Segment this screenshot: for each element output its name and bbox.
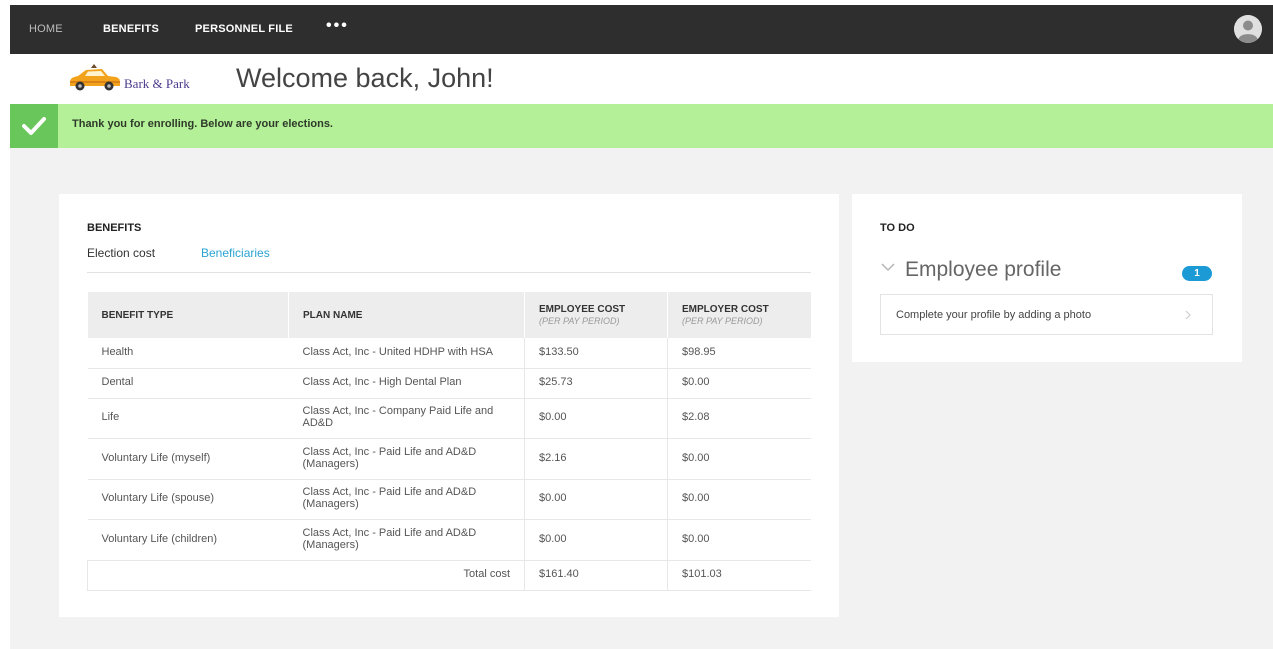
total-employer-cost: $101.03	[667, 560, 811, 591]
table-header-row: BENEFIT TYPE PLAN NAME EMPLOYEE COST (PE…	[87, 292, 811, 338]
employer-cost-cell: $0.00	[667, 368, 811, 399]
column-header-plan-name: PLAN NAME	[288, 292, 525, 338]
employee-cost-cell: $133.50	[524, 338, 668, 369]
total-row: Total cost $161.40 $101.03	[87, 560, 811, 591]
employee-cost-cell: $0.00	[524, 479, 668, 520]
benefit-type-cell: Voluntary Life (spouse)	[87, 479, 289, 520]
chevron-right-icon	[1185, 310, 1191, 320]
nav-personnel-file-link[interactable]: PERSONNEL FILE	[195, 23, 293, 35]
benefit-type-cell: Life	[87, 398, 289, 439]
employer-cost-cell: $0.00	[667, 519, 811, 561]
tabs-divider	[87, 272, 811, 273]
plan-name-cell: Class Act, Inc - Company Paid Life and A…	[288, 398, 525, 439]
benefit-type-cell: Voluntary Life (myself)	[87, 438, 289, 480]
page-title: Welcome back, John!	[236, 63, 494, 93]
benefits-table: BENEFIT TYPE PLAN NAME EMPLOYEE COST (PE…	[87, 292, 811, 591]
plan-name-cell: Class Act, Inc - High Dental Plan	[288, 368, 525, 399]
task-count-badge: 1	[1182, 266, 1212, 281]
page-header: Bark & Park Welcome back, John!	[10, 54, 1273, 104]
employee-profile-section-title[interactable]: Employee profile	[905, 258, 1061, 282]
employer-cost-cell: $2.08	[667, 398, 811, 439]
column-header-employee-cost: EMPLOYEE COST (PER PAY PERIOD)	[524, 292, 668, 338]
person-silhouette-icon	[1234, 15, 1262, 43]
table-row: Dental Class Act, Inc - High Dental Plan…	[87, 368, 811, 399]
table-row: Voluntary Life (myself) Class Act, Inc -…	[87, 438, 811, 480]
plan-name-cell: Class Act, Inc - Paid Life and AD&D (Man…	[288, 479, 525, 520]
task-label: Complete your profile by adding a photo	[896, 309, 1092, 321]
todo-heading: TO DO	[880, 222, 915, 234]
app-frame: HOME BENEFITS PERSONNEL FILE ••• Bark & …	[10, 5, 1273, 649]
column-header-benefit-type: BENEFIT TYPE	[87, 292, 289, 338]
employee-cost-cell: $2.16	[524, 438, 668, 480]
todo-task-item[interactable]: Complete your profile by adding a photo	[880, 294, 1213, 335]
employee-cost-cell: $25.73	[524, 368, 668, 399]
table-row: Voluntary Life (spouse) Class Act, Inc -…	[87, 479, 811, 520]
total-employee-cost: $161.40	[524, 560, 668, 591]
tab-election-cost[interactable]: Election cost	[87, 246, 155, 260]
company-logo: Bark & Park	[66, 62, 196, 96]
benefit-type-cell: Dental	[87, 368, 289, 399]
plan-name-cell: Class Act, Inc - Paid Life and AD&D (Man…	[288, 438, 525, 480]
benefit-type-cell: Health	[87, 338, 289, 369]
employer-cost-cell: $0.00	[667, 438, 811, 480]
tab-beneficiaries[interactable]: Beneficiaries	[201, 246, 270, 260]
table-row: Life Class Act, Inc - Company Paid Life …	[87, 398, 811, 439]
employee-cost-cell: $0.00	[524, 519, 668, 561]
success-message: Thank you for enrolling. Below are your …	[72, 118, 333, 130]
employee-cost-label: EMPLOYEE COST	[539, 304, 626, 315]
total-cost-label: Total cost	[87, 560, 525, 591]
plan-name-cell: Class Act, Inc - Paid Life and AD&D (Man…	[288, 519, 525, 561]
nav-benefits-link[interactable]: BENEFITS	[103, 23, 159, 35]
table-row: Voluntary Life (children) Class Act, Inc…	[87, 519, 811, 561]
column-header-employer-cost: EMPLOYER COST (PER PAY PERIOD)	[667, 292, 811, 338]
checkmark-icon	[10, 104, 58, 148]
taxi-logo-icon	[70, 64, 120, 91]
benefits-card: BENEFITS Election cost Beneficiaries BEN…	[59, 194, 839, 617]
employer-cost-sublabel: (PER PAY PERIOD)	[682, 316, 763, 326]
employee-cost-cell: $0.00	[524, 398, 668, 439]
top-nav: HOME BENEFITS PERSONNEL FILE •••	[10, 5, 1273, 54]
table-row: Health Class Act, Inc - United HDHP with…	[87, 338, 811, 369]
employer-cost-label: EMPLOYER COST	[682, 304, 769, 315]
employer-cost-cell: $98.95	[667, 338, 811, 369]
user-avatar-icon[interactable]	[1234, 15, 1262, 43]
nav-home-link[interactable]: HOME	[29, 23, 63, 35]
logo-text: Bark & Park	[124, 76, 190, 91]
todo-card: TO DO Employee profile 1 Complete your p…	[852, 194, 1242, 362]
chevron-down-icon[interactable]	[880, 260, 896, 274]
success-banner: Thank you for enrolling. Below are your …	[10, 104, 1273, 148]
nav-more-menu[interactable]: •••	[326, 17, 349, 35]
benefits-heading: BENEFITS	[87, 222, 142, 234]
employee-cost-sublabel: (PER PAY PERIOD)	[539, 316, 620, 326]
employer-cost-cell: $0.00	[667, 479, 811, 520]
benefit-type-cell: Voluntary Life (children)	[87, 519, 289, 561]
plan-name-cell: Class Act, Inc - United HDHP with HSA	[288, 338, 525, 369]
